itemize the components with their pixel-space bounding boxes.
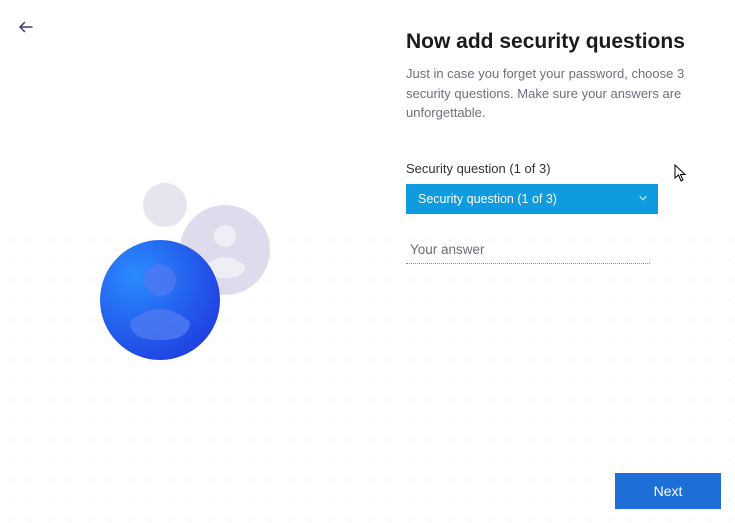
page-title: Now add security questions [406,30,696,54]
oobe-security-questions-page: Now add security questions Just in case … [0,0,735,523]
next-button[interactable]: Next [615,473,721,509]
chevron-down-icon [638,192,648,206]
page-subtitle: Just in case you forget your password, c… [406,64,696,123]
form-panel: Now add security questions Just in case … [406,30,696,264]
back-button[interactable] [12,14,40,42]
user-illustration [90,180,310,400]
arrow-left-icon [17,18,35,39]
security-question-dropdown[interactable]: Security question (1 of 3) [406,184,658,214]
dropdown-selected-value: Security question (1 of 3) [418,192,557,206]
question-field-label: Security question (1 of 3) [406,161,696,176]
answer-input[interactable] [406,236,650,264]
